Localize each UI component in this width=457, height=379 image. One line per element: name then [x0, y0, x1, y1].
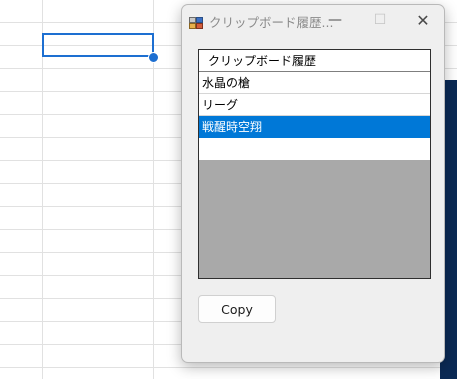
clipboard-history-list[interactable]: クリップボード履歴 水晶の槍 リーグ 戦醒時空翔	[198, 49, 431, 279]
selected-cell[interactable]	[42, 33, 154, 57]
list-empty-row	[199, 138, 430, 160]
maximize-button[interactable]: ☐	[360, 5, 400, 35]
minimize-button[interactable]: —	[315, 5, 355, 35]
list-header-item[interactable]: クリップボード履歴	[199, 50, 430, 72]
close-button[interactable]: ✕	[403, 5, 443, 35]
copy-button[interactable]: Copy	[198, 295, 276, 323]
fill-handle[interactable]	[148, 52, 159, 63]
app-icon	[189, 14, 203, 29]
list-item-selected[interactable]: 戦醒時空翔	[199, 116, 430, 138]
title-bar[interactable]: クリップボード履歴... — ☐ ✕	[182, 5, 444, 35]
list-item[interactable]: リーグ	[199, 94, 430, 116]
list-item[interactable]: 水晶の槍	[199, 72, 430, 94]
clipboard-history-window: クリップボード履歴... — ☐ ✕ クリップボード履歴 水晶の槍 リーグ 戦醒…	[181, 4, 445, 363]
